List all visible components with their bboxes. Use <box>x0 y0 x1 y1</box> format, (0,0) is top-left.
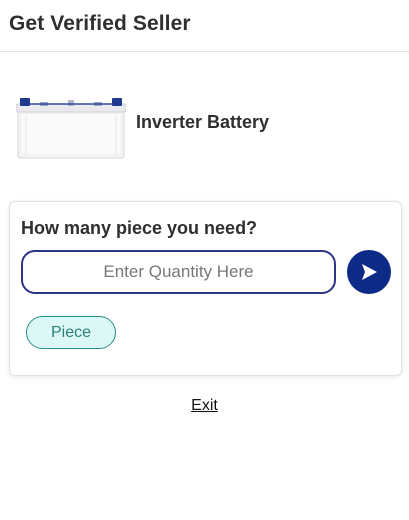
exit-link[interactable]: Exit <box>0 397 409 415</box>
product-name: Inverter Battery <box>136 112 270 132</box>
quantity-question: How many piece you need? <box>21 218 258 238</box>
send-arrow-icon <box>362 264 377 280</box>
unit-chip-piece[interactable]: Piece <box>26 316 116 349</box>
battery-icon <box>16 98 126 159</box>
header-bar: Get Verified Seller <box>0 0 409 52</box>
submit-quantity-button[interactable] <box>347 250 391 294</box>
exit-label[interactable]: Exit <box>191 397 218 414</box>
product-summary: Inverter Battery <box>14 90 404 160</box>
quantity-input[interactable] <box>21 250 336 294</box>
quantity-card: How many piece you need? Piece <box>9 201 402 376</box>
page-title: Get Verified Seller <box>9 12 191 35</box>
